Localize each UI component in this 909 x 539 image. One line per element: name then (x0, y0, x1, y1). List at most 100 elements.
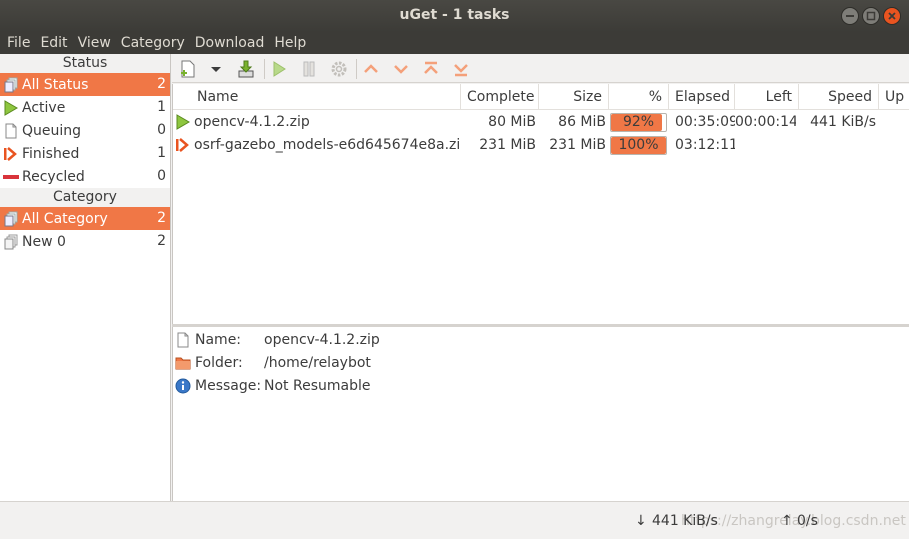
menu-download[interactable]: Download (190, 32, 270, 54)
gear-icon[interactable] (329, 59, 349, 79)
sidebar-item-queuing[interactable]: Queuing 0 (0, 119, 170, 142)
sidebar-item-finished[interactable]: Finished 1 (0, 142, 170, 165)
menu-file[interactable]: File (2, 32, 35, 54)
save-download-icon[interactable] (236, 59, 256, 79)
sidebar-item-recycled[interactable]: Recycled 0 (0, 165, 170, 188)
title-bar: uGet - 1 tasks (0, 0, 909, 32)
sidebar-item-count: 2 (157, 233, 166, 249)
finished-icon (176, 138, 189, 152)
task-left (735, 134, 796, 157)
sidebar-item-label: New 0 (22, 233, 66, 250)
column-header-speed[interactable]: Speed (799, 84, 879, 110)
detail-message-row: Message: Not Resumable (175, 375, 370, 397)
start-icon[interactable] (269, 59, 289, 79)
detail-folder-label: Folder: (195, 355, 243, 371)
sidebar-item-count: 0 (157, 122, 166, 138)
sidebar-item-active[interactable]: Active 1 (0, 96, 170, 119)
sidebar-item-label: Recycled (22, 168, 85, 185)
status-bar: https://zhangrelay.blog.csdn.net ↓ 441 K… (0, 501, 909, 539)
task-complete: 231 MiB (479, 137, 536, 153)
detail-message-label: Message: (195, 378, 262, 394)
sidebar-item-all-status[interactable]: All Status 2 (0, 73, 170, 96)
document-icon (5, 123, 17, 138)
play-icon (176, 114, 190, 130)
detail-name-label: Name: (195, 332, 242, 348)
sidebar-item-new-0[interactable]: New 0 2 (0, 230, 170, 253)
sidebar-item-label: Active (22, 99, 66, 116)
recycled-icon (3, 174, 19, 179)
category-icon (4, 234, 18, 249)
menu-category[interactable]: Category (116, 32, 190, 54)
detail-panel: Name: opencv-4.1.2.zip Folder: /home/rel… (172, 327, 909, 501)
pause-icon[interactable] (299, 59, 319, 79)
task-left: 00:00:14 (735, 114, 796, 130)
task-complete: 80 MiB (488, 114, 536, 130)
detail-name-value: opencv-4.1.2.zip (264, 332, 380, 348)
column-header-name[interactable]: Name (173, 84, 461, 110)
move-bottom-icon[interactable] (451, 59, 471, 79)
menu-view[interactable]: View (73, 32, 116, 54)
task-percent: 100% (618, 137, 659, 153)
column-header-left[interactable]: Left (735, 84, 799, 110)
task-name: opencv-4.1.2.zip (194, 114, 310, 130)
minimize-button[interactable] (841, 7, 859, 25)
menu-bar: File Edit View Category Download Help (0, 32, 909, 54)
detail-folder-value: /home/relaybot (264, 355, 371, 371)
maximize-button[interactable] (862, 7, 880, 25)
sidebar-item-label: All Category (22, 210, 108, 227)
category-header: Category (0, 188, 170, 207)
sidebar: Status All Status 2 Active 1 Queuing 0 F… (0, 54, 171, 501)
minimize-icon (846, 15, 854, 17)
task-up (885, 111, 909, 134)
task-list: Name Complete Size % Elapsed Left Speed … (172, 84, 909, 324)
toolbar-separator (356, 59, 357, 79)
close-button[interactable] (883, 7, 901, 25)
task-speed: 441 KiB/s (810, 114, 876, 130)
sidebar-item-label: Queuing (22, 122, 82, 139)
table-row[interactable]: opencv-4.1.2.zip 80 MiB 86 MiB 92% 00:35… (173, 111, 909, 134)
column-header-complete[interactable]: Complete (461, 84, 539, 110)
task-up (885, 134, 909, 157)
window-title: uGet - 1 tasks (399, 7, 510, 23)
sidebar-item-all-category[interactable]: All Category 2 (0, 207, 170, 230)
detail-folder-row: Folder: /home/relaybot (175, 352, 371, 374)
menu-help[interactable]: Help (269, 32, 311, 54)
toolbar (172, 54, 909, 83)
move-down-icon[interactable] (391, 59, 411, 79)
column-header-size[interactable]: Size (539, 84, 609, 110)
task-speed (799, 134, 876, 157)
maximize-icon (866, 11, 876, 21)
column-header-elapsed[interactable]: Elapsed (669, 84, 735, 110)
chevron-down-icon[interactable] (206, 59, 226, 79)
sidebar-item-label: All Status (22, 76, 89, 93)
sidebar-item-label: Finished (22, 145, 80, 162)
table-row[interactable]: osrf-gazebo_models-e6d645674e8a.zip 231 … (173, 134, 909, 157)
task-name: osrf-gazebo_models-e6d645674e8a.zip (194, 137, 459, 153)
toolbar-separator (264, 59, 265, 79)
new-download-icon[interactable] (178, 59, 198, 79)
document-icon (177, 332, 189, 348)
folder-icon (175, 357, 191, 370)
column-header-percent[interactable]: % (609, 84, 669, 110)
window-controls (841, 7, 901, 25)
download-arrow-icon: ↓ (635, 513, 647, 529)
sidebar-item-count: 1 (157, 145, 166, 161)
status-header: Status (0, 54, 170, 73)
finished-icon (4, 146, 17, 161)
detail-message-value: Not Resumable (264, 378, 371, 394)
menu-edit[interactable]: Edit (35, 32, 72, 54)
sidebar-item-count: 2 (157, 76, 166, 92)
upload-speed: 0/s (797, 513, 818, 529)
task-percent: 92% (622, 114, 655, 130)
sidebar-item-count: 1 (157, 99, 166, 115)
upload-arrow-icon: ↑ (781, 513, 793, 529)
column-header-up[interactable]: Up (879, 84, 909, 110)
sidebar-item-count: 0 (157, 168, 166, 184)
info-icon (175, 378, 191, 394)
task-size: 86 MiB (558, 114, 606, 130)
move-up-icon[interactable] (361, 59, 381, 79)
download-speed: 441 KiB/s (652, 513, 718, 529)
column-headers: Name Complete Size % Elapsed Left Speed … (173, 84, 909, 110)
all-category-icon (4, 211, 18, 226)
move-top-icon[interactable] (421, 59, 441, 79)
